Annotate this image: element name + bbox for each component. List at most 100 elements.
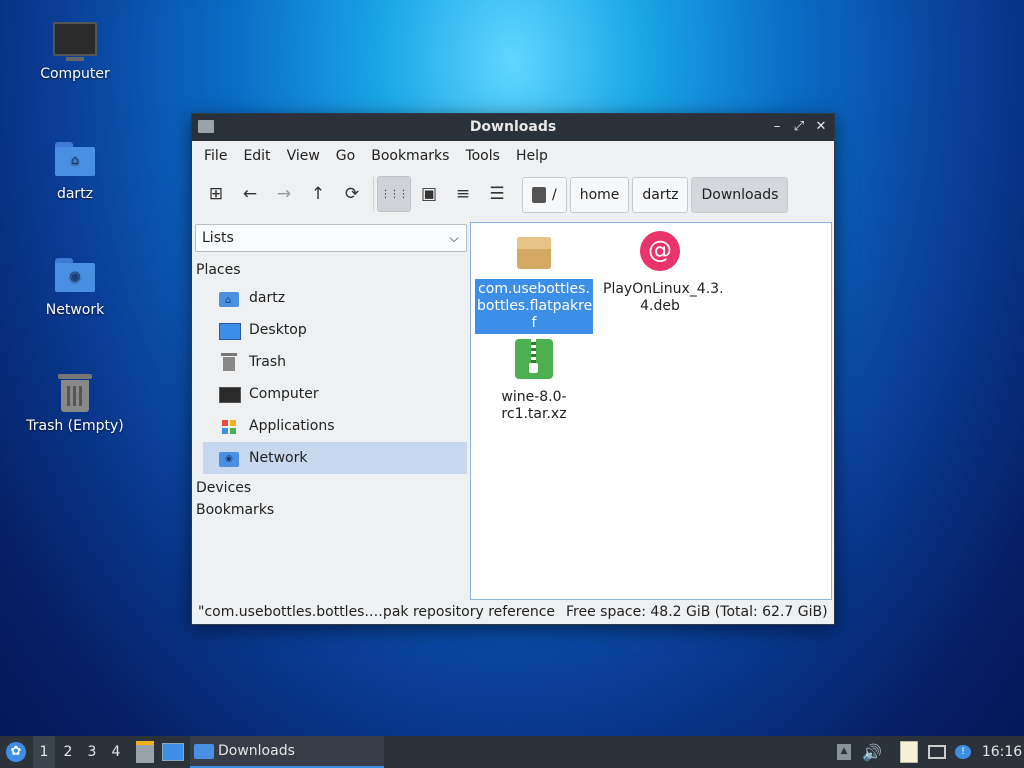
show-desktop-button[interactable] <box>162 736 184 768</box>
icon-view-icon[interactable]: ⋮⋮⋮ <box>377 176 411 212</box>
desktop-icon-label: dartz <box>56 186 94 202</box>
toolbar: ⊞ ← → ↑ ⟳ ⋮⋮⋮ ▣ ≡ ☰ / home dartz Downloa… <box>192 171 834 217</box>
workspace-3-button[interactable]: 3 <box>81 736 103 768</box>
thumbnail-view-icon[interactable]: ▣ <box>413 177 445 211</box>
sidebar-item-desktop[interactable]: Desktop <box>203 314 467 346</box>
reload-icon[interactable]: ⟳ <box>336 177 368 211</box>
sidebar-item-trash[interactable]: Trash <box>203 346 467 378</box>
back-icon[interactable]: ← <box>234 177 266 211</box>
status-free-space: Free space: 48.2 GiB (Total: 62.7 GiB) <box>566 604 828 620</box>
trash-icon <box>58 374 92 412</box>
file-item[interactable]: @ PlayOnLinux_4.3. 4.deb <box>601 231 724 317</box>
sidebar-item-label: Computer <box>249 386 319 402</box>
sidebar-item-label: Applications <box>249 418 335 434</box>
desktop-icon-trash[interactable]: Trash (Empty) <box>20 374 130 434</box>
maximize-button[interactable]: ⤢ <box>790 118 808 136</box>
status-bar: "com.usebottles.bottles.…pak repository … <box>192 600 834 624</box>
menu-help[interactable]: Help <box>508 148 556 164</box>
file-name-line: wine-8.0- <box>501 389 567 405</box>
minimize-button[interactable]: – <box>768 118 786 136</box>
menu-go[interactable]: Go <box>328 148 363 164</box>
file-name-line: rc1.tar.xz <box>501 406 567 422</box>
folder-icon <box>194 743 214 759</box>
close-button[interactable]: ✕ <box>812 118 830 136</box>
disk-icon <box>532 187 546 203</box>
workspace-2-button[interactable]: 2 <box>57 736 79 768</box>
debian-icon: @ <box>639 231 681 273</box>
workspace-1-button[interactable]: 1 <box>33 736 55 768</box>
task-button-downloads[interactable]: Downloads <box>190 736 384 768</box>
chevron-down-icon: ⌵ <box>449 230 459 245</box>
sidebar-item-label: dartz <box>249 290 286 306</box>
network-folder-icon: ◉ <box>219 449 239 467</box>
desktop-icon-label: Trash (Empty) <box>26 418 124 434</box>
home-folder-icon: ⌂ <box>55 142 95 176</box>
desktop-icon-computer[interactable]: Computer <box>20 22 130 82</box>
desktop-icon-label: Network <box>45 302 105 318</box>
sidebar: Lists ⌵ Places ⌂ dartz Desktop Trash Com… <box>193 222 469 602</box>
path-crumb-downloads[interactable]: Downloads <box>691 177 789 213</box>
sidebar-item-label: Desktop <box>249 322 307 338</box>
path-root-label: / <box>552 187 557 203</box>
file-name-line: com.usebottles. <box>478 281 590 297</box>
network-status-icon[interactable] <box>926 736 948 768</box>
file-name-line: f <box>531 315 537 331</box>
path-crumb-home[interactable]: home <box>569 177 630 213</box>
menu-bar: File Edit View Go Bookmarks Tools Help <box>192 141 834 171</box>
file-manager-window: Downloads – ⤢ ✕ File Edit View Go Bookma… <box>191 113 835 625</box>
clock[interactable]: 16:16 <box>982 736 1022 768</box>
sidebar-mode-value: Lists <box>202 230 234 246</box>
desktop-icon <box>219 321 241 340</box>
network-folder-icon: ◉ <box>55 258 95 292</box>
sidebar-item-applications[interactable]: Applications <box>203 410 467 442</box>
menu-view[interactable]: View <box>279 148 328 164</box>
title-bar[interactable]: Downloads – ⤢ ✕ <box>192 114 834 141</box>
tray-expand-button[interactable]: ▲ <box>834 736 854 768</box>
desktop-icon-label: Computer <box>40 66 110 82</box>
forward-icon[interactable]: → <box>268 177 300 211</box>
menu-edit[interactable]: Edit <box>235 148 278 164</box>
compact-view-icon[interactable]: ≡ <box>447 177 479 211</box>
sidebar-item-label: Trash <box>249 354 286 370</box>
file-item[interactable]: com.usebottles. bottles.flatpakre f <box>475 231 593 334</box>
update-notifier-icon[interactable]: ! <box>952 736 974 768</box>
file-name-line: PlayOnLinux_4.3. <box>603 281 724 297</box>
devices-header[interactable]: Devices <box>193 474 469 496</box>
chevron-up-icon: ▲ <box>837 744 851 760</box>
start-menu-button[interactable]: ✿ <box>4 736 28 768</box>
path-crumb-dartz[interactable]: dartz <box>632 177 689 213</box>
desktop-icon-home[interactable]: ⌂ dartz <box>20 142 130 202</box>
task-button-label: Downloads <box>218 743 295 759</box>
package-icon <box>513 231 555 273</box>
sidebar-item-dartz[interactable]: ⌂ dartz <box>203 282 467 314</box>
window-title: Downloads <box>469 119 557 135</box>
volume-icon[interactable]: 🔊 <box>862 736 882 768</box>
monitor-icon <box>219 385 241 403</box>
sidebar-mode-select[interactable]: Lists ⌵ <box>195 224 467 252</box>
trash-icon <box>219 353 239 371</box>
file-item[interactable]: wine-8.0- rc1.tar.xz <box>475 339 593 425</box>
menu-file[interactable]: File <box>196 148 235 164</box>
sidebar-item-computer[interactable]: Computer <box>203 378 467 410</box>
file-name-line: bottles.flatpakre <box>477 298 593 314</box>
workspace-4-button[interactable]: 4 <box>105 736 127 768</box>
menu-tools[interactable]: Tools <box>457 148 508 164</box>
menu-bookmarks[interactable]: Bookmarks <box>363 148 457 164</box>
desktop-icon-network[interactable]: ◉ Network <box>20 258 130 318</box>
home-folder-icon: ⌂ <box>219 289 239 307</box>
bookmarks-header[interactable]: Bookmarks <box>193 496 469 518</box>
new-tab-icon[interactable]: ⊞ <box>200 177 232 211</box>
file-name-line: 4.deb <box>640 298 680 314</box>
file-manager-launcher[interactable] <box>134 736 156 768</box>
sidebar-item-network[interactable]: ◉ Network <box>203 442 467 474</box>
clipboard-icon[interactable] <box>898 736 920 768</box>
list-view-icon[interactable]: ☰ <box>481 177 513 211</box>
up-icon[interactable]: ↑ <box>302 177 334 211</box>
file-cabinet-icon <box>136 741 154 763</box>
desktop-icon <box>162 743 184 761</box>
file-view[interactable]: com.usebottles. bottles.flatpakre f @ Pl… <box>470 222 832 600</box>
monitor-icon <box>53 22 97 56</box>
places-header: Places <box>196 262 241 278</box>
path-root-button[interactable]: / <box>522 177 567 213</box>
archive-icon <box>513 339 555 381</box>
